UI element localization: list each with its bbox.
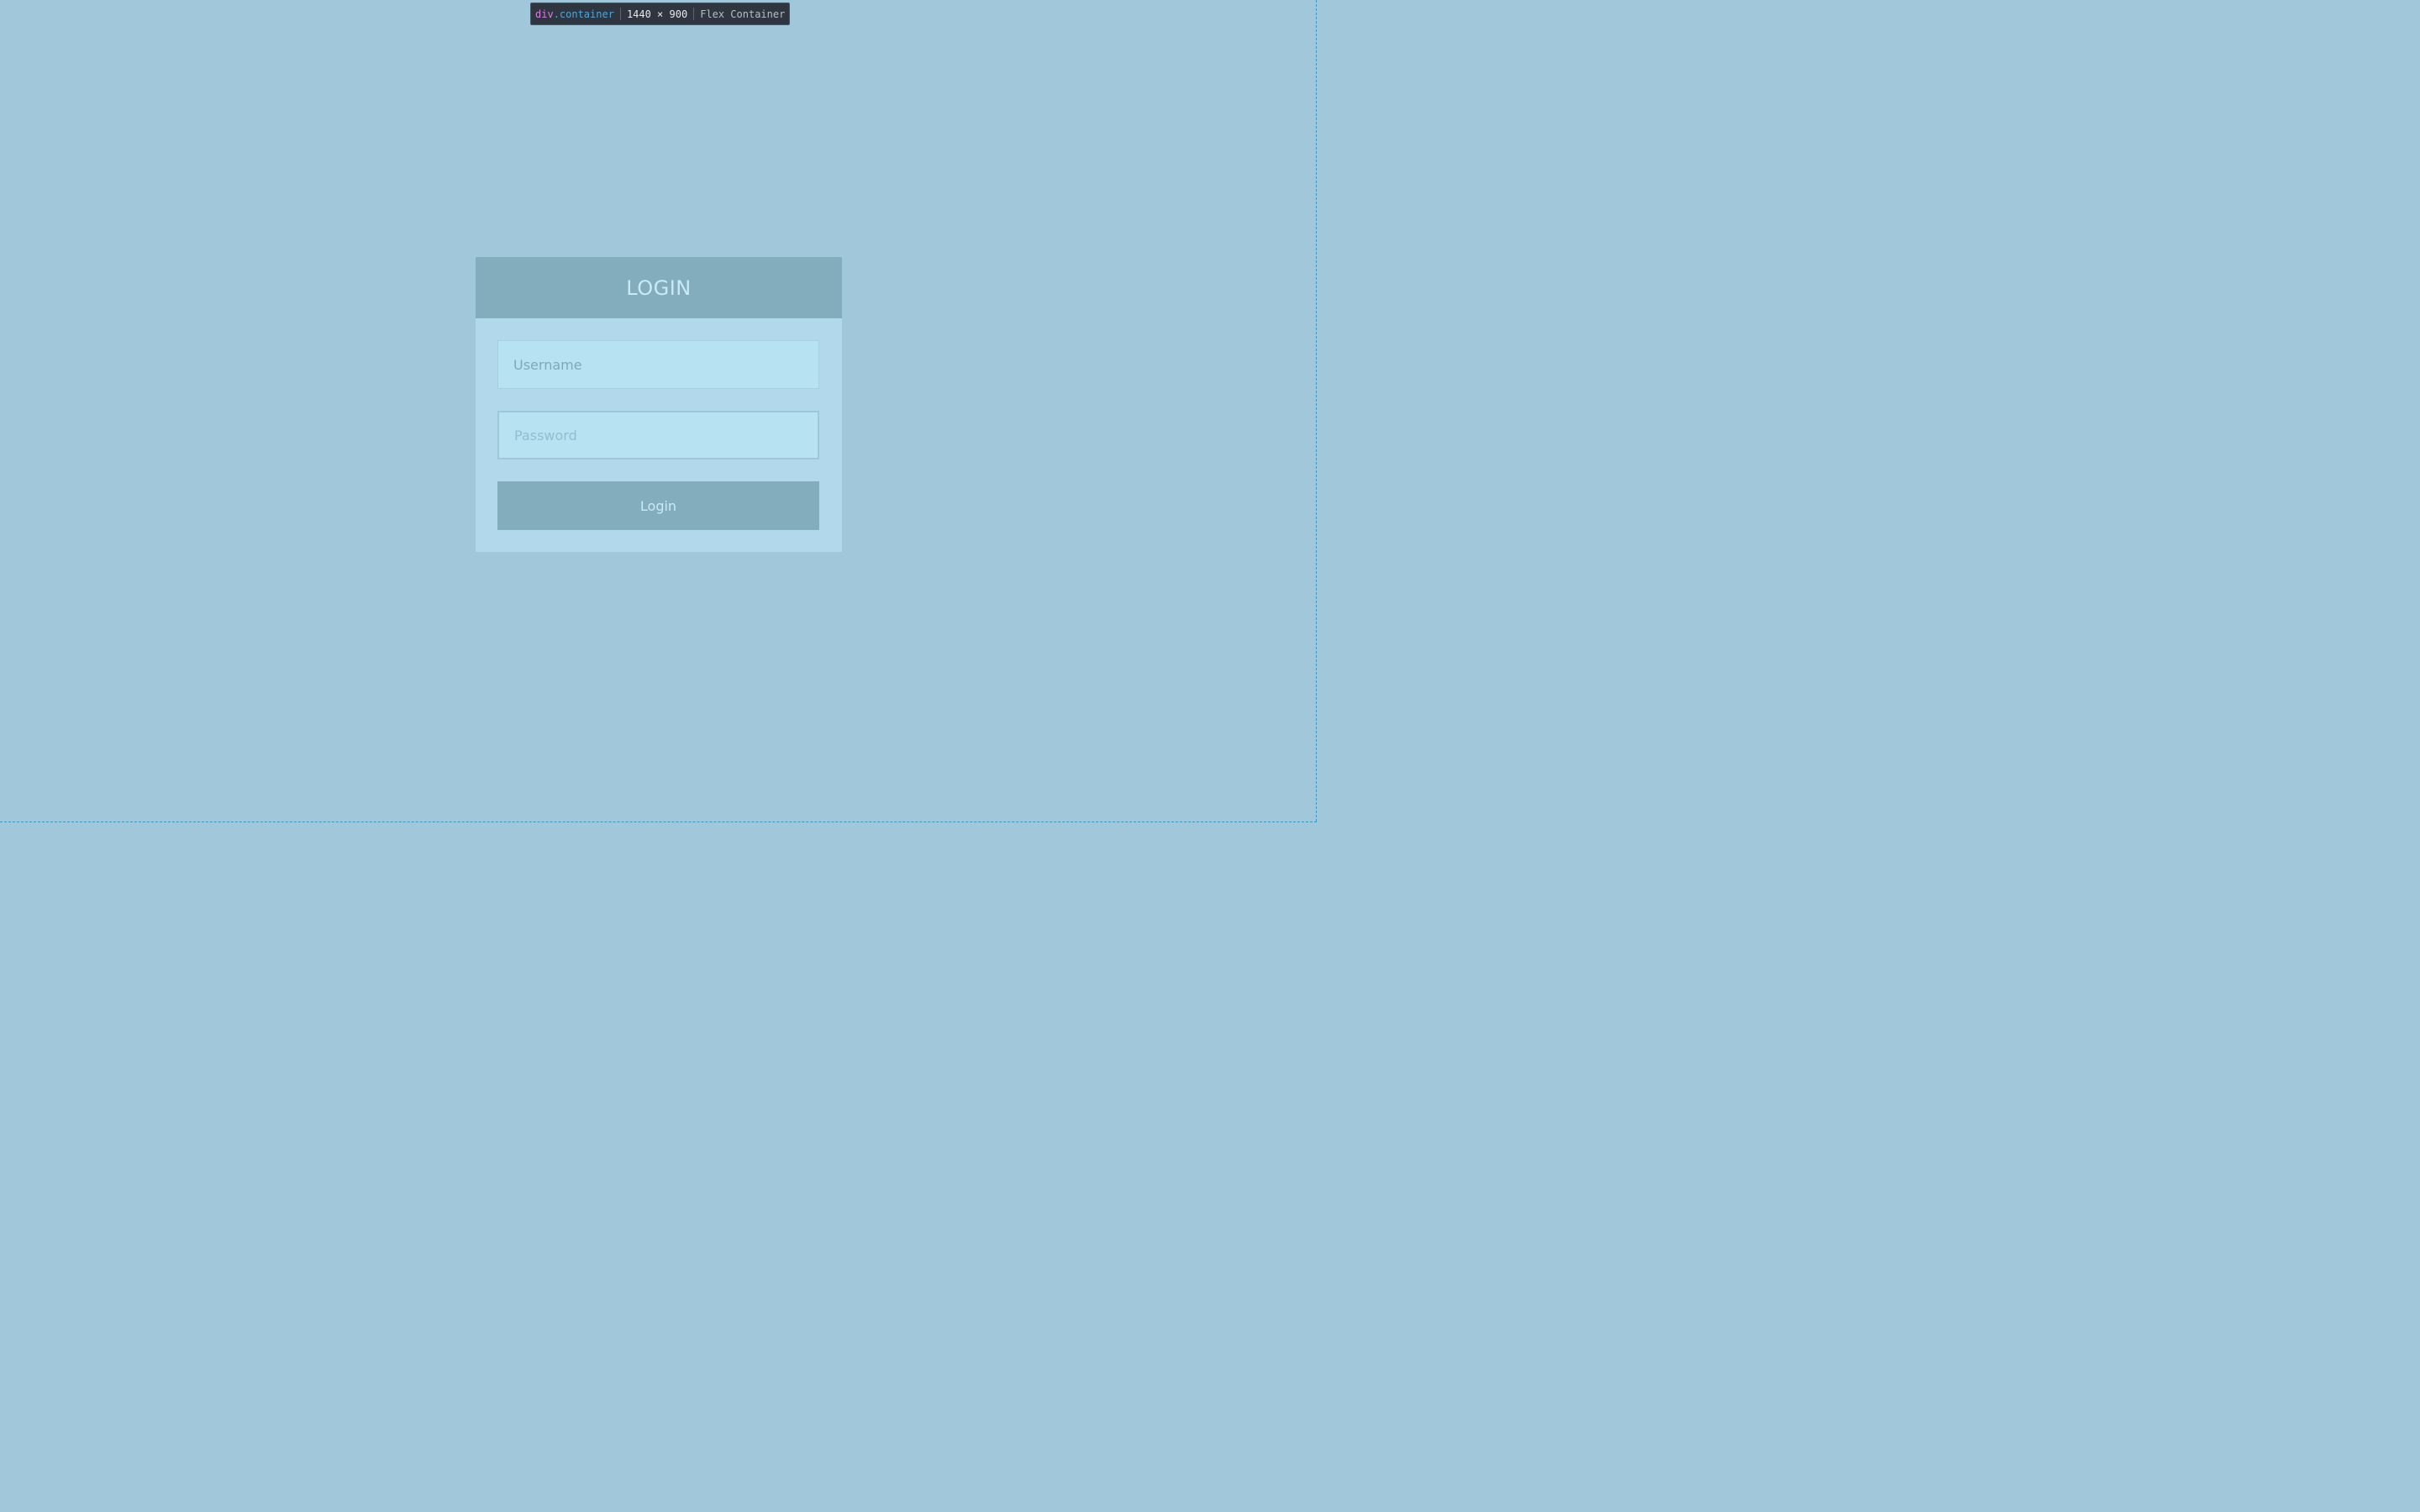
devtools-inspect-tooltip: div .container 1440 × 900 Flex Container <box>530 3 791 25</box>
tooltip-tag-name: div <box>535 8 554 20</box>
tooltip-container-type: Flex Container <box>700 8 786 20</box>
login-card: LOGIN Login <box>476 257 842 552</box>
password-input[interactable] <box>497 411 819 459</box>
login-header: LOGIN <box>476 257 842 318</box>
tooltip-separator <box>619 8 621 20</box>
tooltip-class-name: .container <box>553 8 614 20</box>
tooltip-dimensions: 1440 × 900 <box>626 8 688 20</box>
username-input[interactable] <box>497 340 819 389</box>
element-highlight-right-edge <box>1316 0 1317 822</box>
tooltip-separator <box>693 8 695 20</box>
page-container: div .container 1440 × 900 Flex Container … <box>0 0 1318 823</box>
login-button[interactable]: Login <box>497 481 819 530</box>
login-title: LOGIN <box>626 276 692 300</box>
login-form: Login <box>476 318 842 530</box>
